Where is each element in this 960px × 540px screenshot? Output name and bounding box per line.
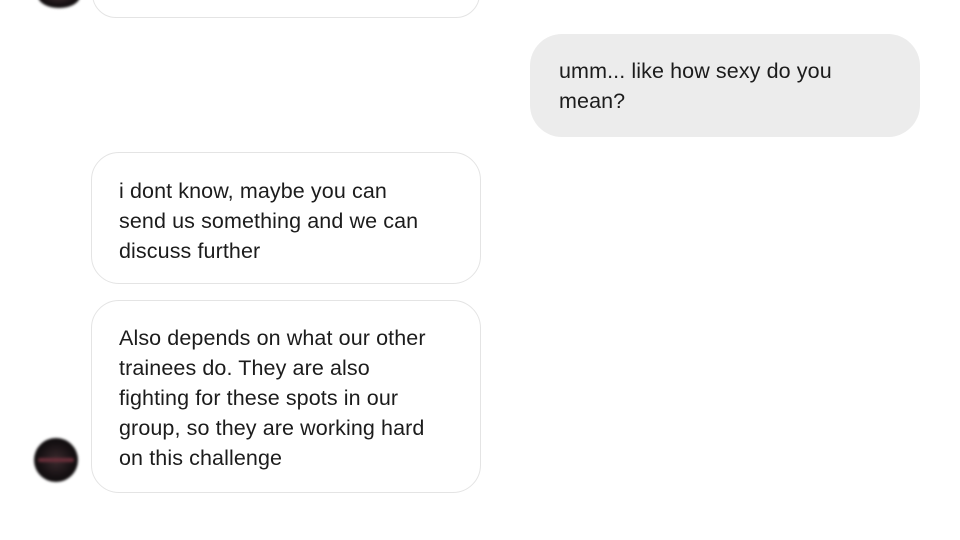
- message-text-line: i dont know, maybe you can: [119, 179, 387, 203]
- message-text-line: fighting for these spots in our: [119, 386, 399, 410]
- incoming-message-bubble[interactable]: Also depends on what our other trainees …: [91, 300, 481, 493]
- avatar-detail: [38, 458, 74, 462]
- contact-avatar[interactable]: [38, 0, 80, 8]
- contact-avatar[interactable]: [34, 438, 78, 482]
- message-text-line: mean?: [559, 89, 626, 113]
- message-text-line: discuss further: [119, 239, 261, 263]
- chat-thread: umm... like how sexy do you mean? i dont…: [0, 0, 960, 540]
- message-text-line: group, so they are working hard: [119, 416, 425, 440]
- incoming-message-bubble[interactable]: i dont know, maybe you can send us somet…: [91, 152, 481, 284]
- outgoing-message-bubble[interactable]: umm... like how sexy do you mean?: [530, 34, 920, 137]
- message-text-line: Also depends on what our other: [119, 326, 426, 350]
- message-text-line: send us something and we can: [119, 209, 419, 233]
- message-text-line: on this challenge: [119, 446, 283, 470]
- incoming-message-bubble[interactable]: [92, 0, 480, 18]
- message-text-line: umm... like how sexy do you: [559, 59, 832, 83]
- message-text-line: trainees do. They are also: [119, 356, 370, 380]
